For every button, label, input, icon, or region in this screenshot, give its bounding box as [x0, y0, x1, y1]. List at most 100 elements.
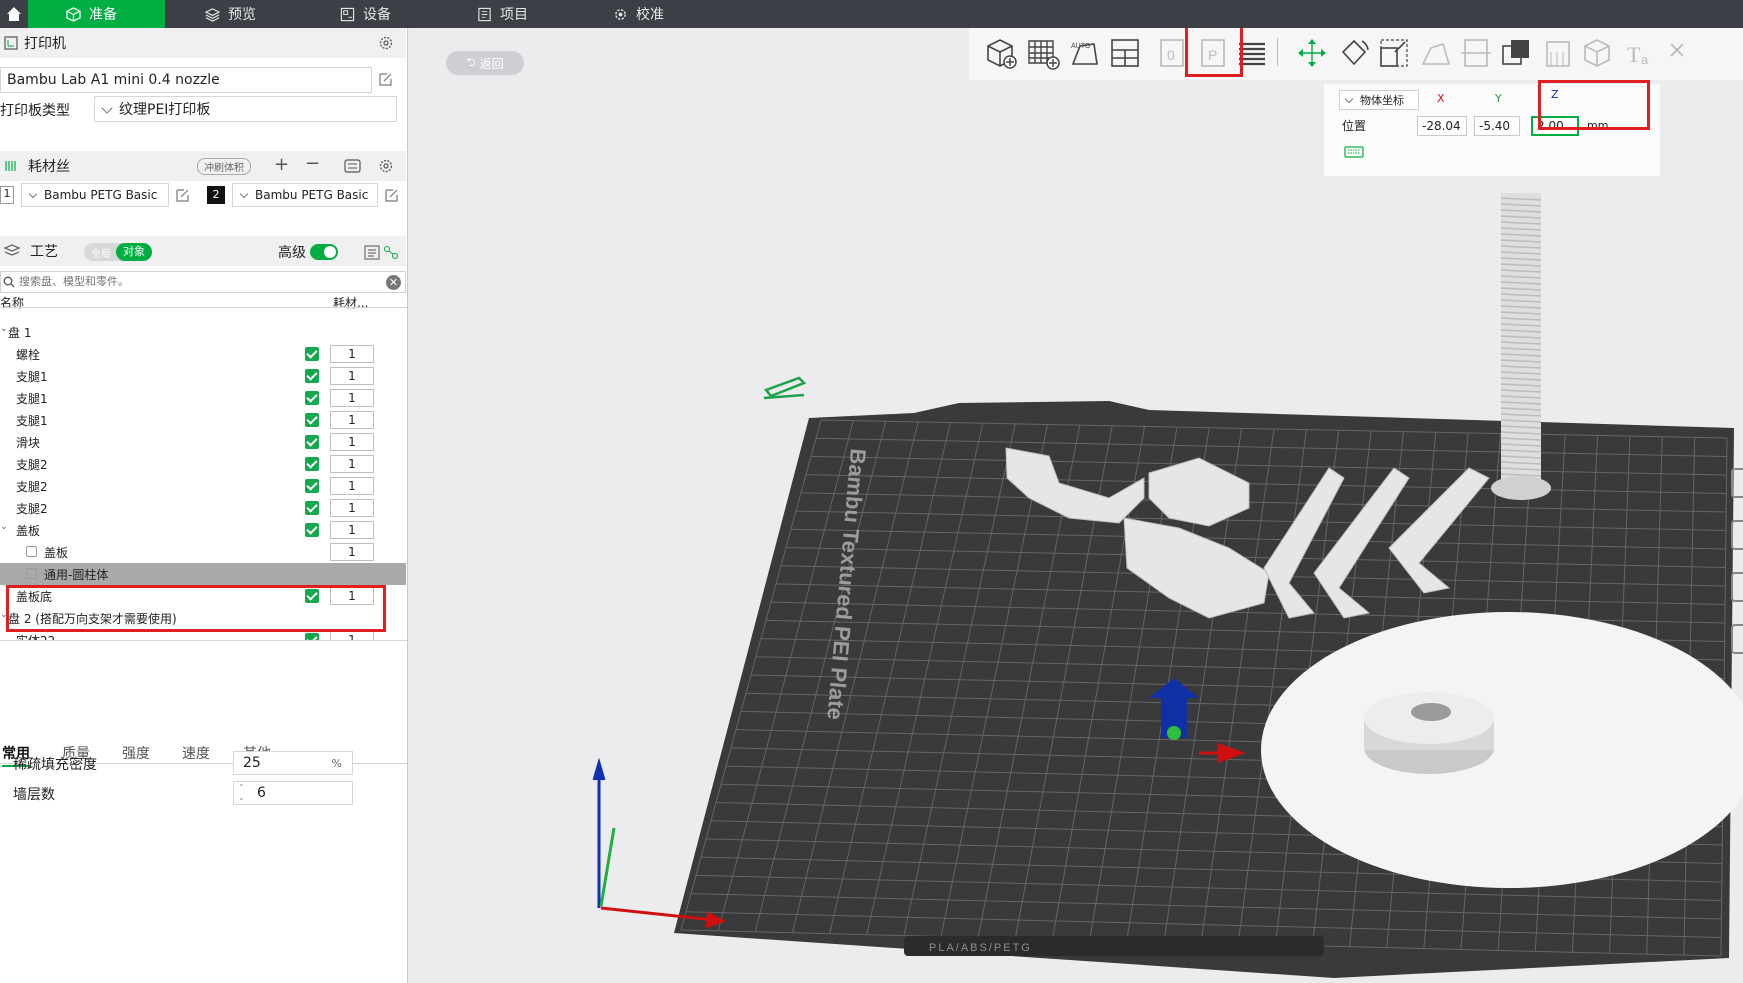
move-icon[interactable] [1295, 36, 1329, 70]
home-icon[interactable] [0, 0, 28, 28]
rotate-icon[interactable] [1337, 36, 1371, 70]
position-x-input[interactable]: -28.04 [1417, 116, 1467, 136]
tab-prepare[interactable]: 准备 [28, 0, 165, 28]
object-search-box[interactable]: ✕ [0, 271, 406, 293]
tab-calibrate[interactable]: 校准 [613, 0, 664, 28]
clear-search-icon[interactable]: ✕ [386, 275, 401, 290]
tab-preview[interactable]: 预览 [205, 0, 256, 28]
visibility-checkbox[interactable] [305, 501, 319, 515]
add-object-icon[interactable] [984, 36, 1018, 70]
filament-number-field[interactable]: 1 [330, 433, 374, 451]
chevron-down-icon [28, 189, 38, 198]
cut-icon[interactable] [1459, 36, 1493, 70]
tab-device[interactable]: 设备 [340, 0, 391, 28]
more-icon[interactable] [1663, 36, 1697, 70]
filament-2-select[interactable]: Bambu PETG Basic [232, 183, 378, 207]
ams-sync-icon[interactable] [344, 158, 361, 174]
wall-loops-stepper[interactable]: ⌃ ⌄ 6 [233, 781, 353, 805]
object-row[interactable]: 支腿1 1 [0, 387, 406, 409]
move-tool-highlight [1185, 28, 1243, 77]
visibility-checkbox[interactable] [305, 457, 319, 471]
edit-icon[interactable] [378, 72, 393, 87]
layer-o-icon[interactable]: 0 [1155, 36, 1189, 70]
object-row[interactable]: 通用-圆柱体 [0, 563, 406, 585]
tree-item-label: 实体22 [16, 633, 56, 641]
object-row[interactable]: 支腿2 1 [0, 453, 406, 475]
coord-mode-select[interactable]: 物体坐标 [1339, 90, 1419, 110]
lay-on-face-icon[interactable] [1419, 36, 1453, 70]
plate-row[interactable]: ⌄ 盘 1 [0, 321, 406, 343]
filament-number-field[interactable]: 1 [330, 411, 374, 429]
text-tool-icon[interactable]: Ta [1623, 36, 1657, 70]
auto-orient-icon[interactable]: AUTO [1068, 36, 1102, 70]
remove-filament-button[interactable]: − [305, 153, 320, 174]
tree-item-label: 支腿2 [16, 457, 48, 472]
filament-number-field[interactable]: 1 [330, 631, 374, 640]
tab-label: 设备 [363, 7, 391, 23]
object-row[interactable]: 滑块 1 [0, 431, 406, 453]
cylinder-disc[interactable] [1261, 612, 1743, 888]
global-object-toggle[interactable]: 全局 对象 [84, 243, 152, 261]
edit-icon[interactable] [384, 188, 399, 203]
position-y-input[interactable]: -5.40 [1474, 116, 1520, 136]
object-search-input[interactable] [19, 276, 379, 288]
object-row[interactable]: 支腿2 1 [0, 475, 406, 497]
gear-icon[interactable] [378, 35, 394, 51]
arrange-icon[interactable] [1108, 36, 1142, 70]
boolean-icon[interactable] [1499, 36, 1533, 70]
cube-icon [66, 6, 81, 22]
chevron-down-icon[interactable]: ⌄ [0, 324, 8, 334]
move-gizmo-center[interactable] [1167, 726, 1181, 740]
tab-strength[interactable]: 强度 [122, 743, 150, 763]
filament-number-field[interactable]: 1 [330, 345, 374, 363]
filament-number-field[interactable]: 1 [330, 543, 374, 561]
object-row[interactable]: 支腿1 1 [0, 409, 406, 431]
add-plate-icon[interactable] [1026, 36, 1060, 70]
visibility-checkbox[interactable] [305, 435, 319, 449]
visibility-checkbox[interactable] [305, 347, 319, 361]
advanced-toggle[interactable] [310, 244, 338, 260]
filament-number-field[interactable]: 1 [330, 521, 374, 539]
visibility-checkbox[interactable] [305, 633, 319, 640]
keyboard-icon[interactable] [1344, 146, 1364, 158]
chevron-down-icon[interactable]: ⌄ [0, 522, 8, 532]
visibility-checkbox[interactable] [305, 369, 319, 383]
layers-icon [205, 7, 220, 22]
seam-paint-icon[interactable] [1581, 36, 1615, 70]
filament-1-select[interactable]: Bambu PETG Basic [21, 183, 169, 207]
visibility-checkbox[interactable] [305, 391, 319, 405]
scale-icon[interactable] [1377, 36, 1411, 70]
filament-number-field[interactable]: 1 [330, 455, 374, 473]
compare-icon[interactable] [383, 245, 399, 260]
visibility-checkbox[interactable] [305, 479, 319, 493]
object-row[interactable]: 支腿2 1 [0, 497, 406, 519]
list-icon[interactable] [364, 245, 380, 260]
chevron-down-icon [1344, 94, 1354, 103]
plate-type-value: 纹理PEI打印板 [119, 102, 211, 118]
filament-number-field[interactable]: 1 [330, 499, 374, 517]
stepper-arrows-icon[interactable]: ⌃ ⌄ [238, 783, 245, 803]
object-row[interactable]: 螺栓 1 [0, 343, 406, 365]
flush-volume-button[interactable]: 冲刷体积 [197, 158, 251, 175]
infill-density-input[interactable]: 25 % [233, 751, 353, 775]
gear-icon[interactable] [378, 158, 394, 174]
object-row[interactable]: 支腿1 1 [0, 365, 406, 387]
visibility-checkbox[interactable] [305, 413, 319, 427]
visibility-checkbox[interactable] [305, 523, 319, 537]
position-x-value: -28.04 [1422, 119, 1461, 133]
filament-number-field[interactable]: 1 [330, 367, 374, 385]
3d-viewport[interactable]: ⮌ 返回 Bambu Textured PEI Plate PLA/ABS/PE… [409, 28, 1743, 983]
filament-number-field[interactable]: 1 [330, 477, 374, 495]
tree-header: 名称 耗材... [0, 296, 406, 310]
filament-number-field[interactable]: 1 [330, 389, 374, 407]
printer-select[interactable]: Bambu Lab A1 mini 0.4 nozzle [0, 67, 372, 93]
edit-icon[interactable] [175, 188, 190, 203]
object-row[interactable]: ⌄ 盖板 1 [0, 519, 406, 541]
plate-type-select[interactable]: 纹理PEI打印板 [94, 96, 397, 122]
tab-project[interactable]: 项目 [477, 0, 528, 28]
add-filament-button[interactable]: + [274, 154, 289, 175]
right-side-buttons[interactable] [1731, 468, 1743, 718]
tab-speed[interactable]: 速度 [182, 743, 210, 763]
object-row[interactable]: 盖板 1 [0, 541, 406, 563]
support-paint-icon[interactable] [1541, 36, 1575, 70]
